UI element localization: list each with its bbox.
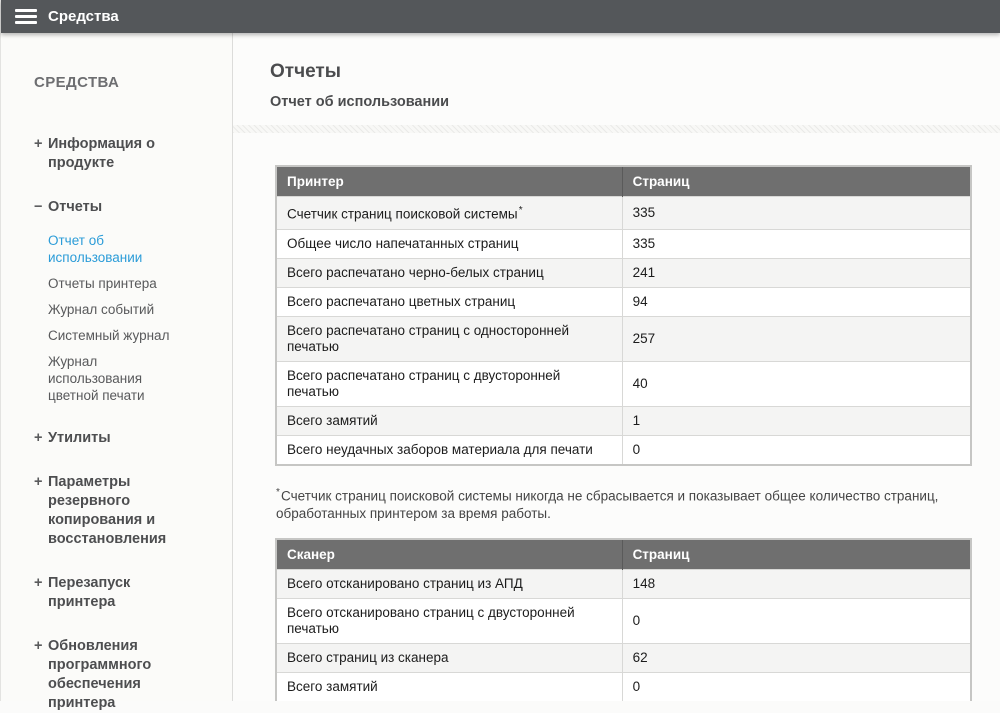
sidebar-item-utilities[interactable]: + Утилиты bbox=[34, 429, 222, 448]
row-label: Всего распечатано черно-белых страниц bbox=[276, 258, 622, 287]
table-row: Всего распечатано черно-белых страниц 24… bbox=[276, 258, 971, 287]
sidebar-item-label: Отчеты bbox=[48, 198, 102, 217]
row-value: 148 bbox=[622, 570, 971, 599]
row-label: Всего отсканировано страниц с двусторонн… bbox=[276, 599, 622, 644]
report-body: Принтер Страниц Счетчик страниц поисково… bbox=[233, 133, 1000, 701]
footnote-text: Счетчик страниц поисковой системы никогд… bbox=[276, 488, 938, 521]
expand-plus-icon: + bbox=[34, 473, 48, 549]
sidebar-item-product-info[interactable]: + Информация о продукте bbox=[34, 135, 222, 173]
sidebar: СРЕДСТВА + Информация о продукте − Отчет… bbox=[1, 33, 233, 701]
sidebar-nav: + Информация о продукте − Отчеты Отчет о… bbox=[34, 135, 222, 713]
sidebar-group-reports: − Отчеты Отчет об использовании Отчеты п… bbox=[34, 198, 222, 404]
row-value: 0 bbox=[622, 435, 971, 465]
sidebar-item-system-log[interactable]: Системный журнал bbox=[48, 327, 179, 344]
table-row: Всего замятий 1 bbox=[276, 406, 971, 435]
sidebar-item-label: Параметры резервного копирования и восст… bbox=[48, 473, 200, 549]
row-label: Всего страниц из сканера bbox=[276, 644, 622, 673]
table-footnote: * Счетчик страниц поисковой системы нико… bbox=[275, 484, 999, 524]
sidebar-item-usage-report[interactable]: Отчет об использовании bbox=[48, 232, 179, 266]
table-row: Счетчик страниц поисковой системы * 335 bbox=[276, 197, 971, 230]
main-layout: СРЕДСТВА + Информация о продукте − Отчет… bbox=[1, 33, 1000, 701]
row-label: Всего замятий bbox=[276, 406, 622, 435]
sidebar-item-label: Перезапуск принтера bbox=[48, 574, 200, 612]
page-title: Отчеты bbox=[270, 61, 1000, 83]
expand-plus-icon: + bbox=[34, 637, 48, 713]
column-header-pages: Страниц bbox=[622, 166, 971, 197]
row-value: 335 bbox=[622, 229, 971, 258]
app-title: Средства bbox=[48, 8, 119, 25]
table-row: Всего неудачных заборов материала для пе… bbox=[276, 435, 971, 465]
table-header-row: Сканер Страниц bbox=[276, 539, 971, 570]
sidebar-item-restart-printer[interactable]: + Перезапуск принтера bbox=[34, 574, 222, 612]
sidebar-item-reports[interactable]: − Отчеты bbox=[34, 198, 222, 217]
sidebar-group-firmware-updates: + Обновления программного обеспечения пр… bbox=[34, 637, 222, 713]
column-header-pages: Страниц bbox=[622, 539, 971, 570]
table-header-row: Принтер Страниц bbox=[276, 166, 971, 197]
sidebar-item-printer-reports[interactable]: Отчеты принтера bbox=[48, 275, 179, 292]
sidebar-group-restart-printer: + Перезапуск принтера bbox=[34, 574, 222, 612]
table-row: Всего распечатано цветных страниц 94 bbox=[276, 287, 971, 316]
row-value: 241 bbox=[622, 258, 971, 287]
table-row: Всего отсканировано страниц с двусторонн… bbox=[276, 599, 971, 644]
sidebar-item-color-usage-log[interactable]: Журнал использования цветной печати bbox=[48, 353, 179, 404]
printer-usage-table: Принтер Страниц Счетчик страниц поисково… bbox=[275, 165, 972, 466]
table-row: Общее число напечатанных страниц 335 bbox=[276, 229, 971, 258]
row-value: 62 bbox=[622, 644, 971, 673]
top-bar: Средства bbox=[1, 0, 1000, 33]
row-value: 1 bbox=[622, 406, 971, 435]
hamburger-menu-icon[interactable] bbox=[15, 9, 37, 24]
row-label: Счетчик страниц поисковой системы * bbox=[276, 197, 622, 230]
footnote-asterisk: * bbox=[519, 205, 523, 216]
sidebar-item-firmware-updates[interactable]: + Обновления программного обеспечения пр… bbox=[34, 637, 222, 713]
sidebar-heading: СРЕДСТВА bbox=[34, 74, 222, 91]
hatched-divider bbox=[233, 125, 1000, 133]
row-label: Всего замятий bbox=[276, 673, 622, 702]
column-header-scanner: Сканер bbox=[276, 539, 622, 570]
row-label: Всего распечатано цветных страниц bbox=[276, 287, 622, 316]
sidebar-item-backup-restore[interactable]: + Параметры резервного копирования и вос… bbox=[34, 473, 222, 549]
table-row: Всего распечатано страниц с двусторонней… bbox=[276, 361, 971, 406]
row-value: 257 bbox=[622, 316, 971, 361]
row-label-text: Счетчик страниц поисковой системы bbox=[287, 207, 518, 222]
row-label: Всего неудачных заборов материала для пе… bbox=[276, 435, 622, 465]
expand-plus-icon: + bbox=[34, 574, 48, 612]
row-label: Всего распечатано страниц с односторонне… bbox=[276, 316, 622, 361]
row-value: 94 bbox=[622, 287, 971, 316]
sidebar-item-label: Утилиты bbox=[48, 429, 111, 448]
row-label: Общее число напечатанных страниц bbox=[276, 229, 622, 258]
sidebar-group-product-info: + Информация о продукте bbox=[34, 135, 222, 173]
sidebar-group-utilities: + Утилиты bbox=[34, 429, 222, 448]
row-value: 0 bbox=[622, 673, 971, 702]
content-area: Отчеты Отчет об использовании Принтер Ст… bbox=[233, 33, 1000, 701]
sidebar-sublist-reports: Отчет об использовании Отчеты принтера Ж… bbox=[34, 232, 222, 404]
expand-plus-icon: + bbox=[34, 135, 48, 173]
table-row: Всего страниц из сканера 62 bbox=[276, 644, 971, 673]
column-header-printer: Принтер bbox=[276, 166, 622, 197]
sidebar-group-backup-restore: + Параметры резервного копирования и вос… bbox=[34, 473, 222, 549]
sidebar-item-event-log[interactable]: Журнал событий bbox=[48, 301, 179, 318]
page-subtitle: Отчет об использовании bbox=[270, 94, 1000, 110]
table-row: Всего распечатано страниц с односторонне… bbox=[276, 316, 971, 361]
sidebar-item-label: Информация о продукте bbox=[48, 135, 200, 173]
row-value: 335 bbox=[622, 197, 971, 230]
row-label: Всего распечатано страниц с двусторонней… bbox=[276, 361, 622, 406]
collapse-minus-icon: − bbox=[34, 198, 48, 217]
table-row: Всего замятий 0 bbox=[276, 673, 971, 702]
row-value: 40 bbox=[622, 361, 971, 406]
page-header: Отчеты Отчет об использовании bbox=[233, 33, 1000, 110]
scanner-usage-table: Сканер Страниц Всего отсканировано стран… bbox=[275, 538, 972, 701]
row-label: Всего отсканировано страниц из АПД bbox=[276, 570, 622, 599]
footnote-asterisk: * bbox=[276, 487, 280, 498]
expand-plus-icon: + bbox=[34, 429, 48, 448]
row-value: 0 bbox=[622, 599, 971, 644]
sidebar-item-label: Обновления программного обеспечения прин… bbox=[48, 637, 200, 713]
table-row: Всего отсканировано страниц из АПД 148 bbox=[276, 570, 971, 599]
